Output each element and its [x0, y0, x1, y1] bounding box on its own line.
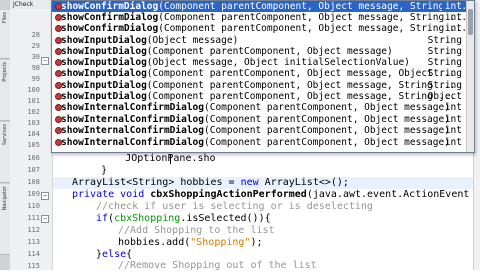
code-comment: //check if user is selecting or is desel… [96, 201, 373, 212]
line-number: 115 [27, 262, 40, 270]
line-number: 30 [31, 53, 40, 61]
completion-item[interactable]: showConfirmDialog(Component parentCompon… [52, 1, 467, 12]
fold-toggle[interactable]: − [41, 215, 49, 223]
code-comment: //Remove Shopping out of the list [118, 260, 317, 271]
fold-toggle[interactable]: − [41, 57, 49, 65]
code-line: if(cbxShopping.isSelected()){ [96, 213, 271, 224]
code-keyword: else [102, 249, 127, 260]
side-tab-projects[interactable]: Projects [0, 60, 10, 121]
code-line: private void cbxShoppingActionPerformed(… [72, 189, 480, 201]
completion-item[interactable]: showInputDialog(Component parentComponen… [52, 46, 466, 57]
editor-tab-label: JCheck [13, 1, 34, 8]
code-token: ArrayList<>(); [258, 177, 349, 188]
side-tab-services[interactable]: Services [0, 122, 10, 183]
line-number: 108 [27, 178, 40, 186]
line-number: 29 [31, 42, 40, 50]
code-keyword: new [240, 177, 259, 188]
code-comment: //Add Shopping to the list [118, 225, 275, 236]
line-number: 107 [27, 166, 40, 174]
popup-scrollbar[interactable] [466, 1, 474, 152]
line-number: 110 [27, 202, 40, 210]
text-caret [170, 154, 171, 164]
side-tab-navigator[interactable]: Navigator [0, 184, 10, 255]
code-token: ArrayList<String> hobbies = [72, 177, 241, 188]
code-keyword: private void [72, 189, 145, 200]
line-number: 103 [27, 119, 40, 127]
side-tab-label: Projects [2, 62, 8, 82]
fold-toggle[interactable]: − [41, 192, 49, 200]
code-line: JOptionPane.sho [53, 153, 215, 165]
side-tab-files[interactable]: Files [0, 10, 10, 59]
code-field: cbxShopping [114, 213, 181, 224]
line-number: 112 [27, 226, 40, 234]
completion-item[interactable]: showInternalConfirmDialog(Component pare… [52, 102, 466, 113]
line-number: 102 [27, 108, 40, 116]
side-tab-label: Navigator [2, 186, 8, 211]
code-method-name: cbxShoppingActionPerformed [150, 189, 307, 200]
code-completion-popup: showConfirmDialog(Component parentCompon… [51, 0, 475, 153]
completion-item[interactable]: showInputDialog(Object message, Object i… [52, 57, 466, 68]
completion-item[interactable]: showInternalConfirmDialog(Component pare… [52, 125, 466, 136]
line-number: 104 [27, 130, 40, 138]
completion-item[interactable]: showInternalConfirmDialog(Component pare… [52, 114, 466, 125]
line-number: 101 [27, 97, 40, 105]
line-number: 111 [27, 214, 40, 222]
line-number: 106 [27, 154, 40, 162]
line-number: 28 [31, 31, 40, 39]
completion-item[interactable]: showConfirmDialog(Component parentCompon… [52, 12, 467, 23]
code-string: "Shopping" [190, 237, 251, 248]
line-number: 109 [27, 190, 40, 198]
completion-item[interactable]: showInputDialog(Object message) String [52, 35, 466, 46]
line-number: 105 [27, 141, 40, 149]
code-token: (java.awt.event.ActionEvent evt [306, 189, 480, 200]
code-line: } [53, 165, 108, 176]
side-tab-label: Files [2, 12, 8, 23]
line-number: 98 [31, 64, 40, 72]
completion-item[interactable]: showConfirmDialog(Component parentCompon… [52, 23, 467, 34]
completion-item[interactable]: showInternalConfirmDialog(Component pare… [52, 137, 466, 148]
code-keyword: if [96, 213, 109, 224]
completion-item[interactable]: showInputDialog(Component parentComponen… [52, 80, 466, 91]
completion-item[interactable]: showInputDialog(Component parentComponen… [52, 91, 466, 102]
completion-item[interactable]: showInputDialog(Component parentComponen… [52, 68, 466, 79]
code-line: hobbies.add("Shopping"); [118, 237, 263, 248]
side-tab-label: Services [2, 124, 8, 146]
popup-scrollbar-thumb[interactable] [468, 9, 473, 35]
line-number: 99 [31, 75, 40, 83]
code-line: ArrayList<String> hobbies = new ArrayLis… [72, 177, 349, 189]
line-number: 114 [27, 250, 40, 258]
line-number: 100 [27, 86, 40, 94]
line-number: 113 [27, 238, 40, 246]
